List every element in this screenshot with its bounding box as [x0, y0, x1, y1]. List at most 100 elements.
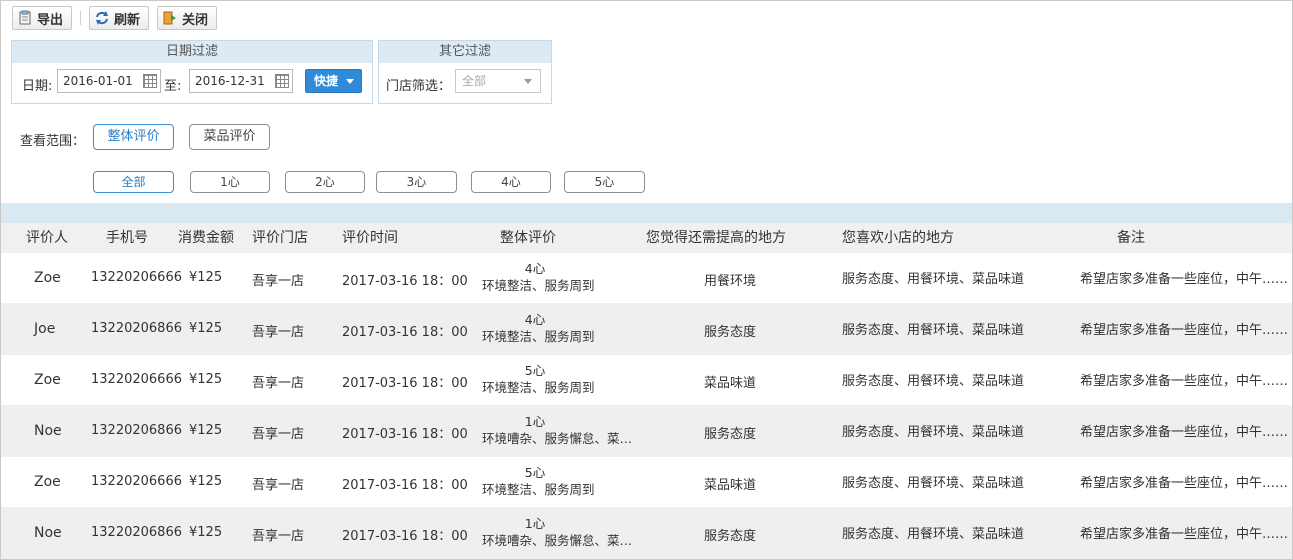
other-filter-panel: 其它过滤 门店筛选： 全部 [378, 40, 552, 104]
date-filter-panel: 日期过滤 日期: 2016-01-01 至: 2016-12-31 快捷 [11, 40, 373, 104]
chevron-down-icon [524, 79, 532, 84]
cell-phone: 13220206866 [91, 321, 182, 336]
cell-amount: ¥125 [189, 525, 223, 540]
table-band [1, 203, 1292, 223]
cell-overall: 4心 环境整洁、服务周到 [482, 311, 595, 345]
cell-amount: ¥125 [189, 321, 223, 336]
rating-filter-2[interactable]: 2心 [285, 171, 365, 193]
cell-overall-hearts: 5心 [524, 465, 546, 480]
to-label: 至: [164, 79, 182, 94]
cell-note: 希望店家多准备一些座位，中午…… [1080, 272, 1289, 287]
cell-reviewer: Noe [34, 423, 62, 439]
rating-filter-4[interactable]: 4心 [471, 171, 551, 193]
export-button[interactable]: 导出 [12, 6, 72, 30]
cell-store: 吾享一店 [252, 274, 305, 289]
cell-improve: 服务态度 [704, 529, 757, 544]
cell-phone: 13220206866 [91, 525, 182, 540]
store-filter-value: 全部 [462, 74, 487, 88]
col-time[interactable]: 评价时间 [342, 223, 398, 253]
cell-improve: 用餐环境 [704, 274, 757, 289]
cell-phone: 13220206666 [91, 372, 182, 387]
table-row[interactable]: Zoe 13220206666 ¥125 吾享一店 2017-03-16 18：00 用餐… [1, 253, 1292, 303]
calendar-icon[interactable] [143, 74, 157, 88]
col-store[interactable]: 评价门店 [252, 223, 308, 253]
cell-note: 希望店家多准备一些座位，中午…… [1080, 476, 1289, 491]
col-reviewer[interactable]: 评价人 [26, 223, 68, 253]
table-row[interactable]: Zoe 13220206666 ¥125 吾享一店 2017-03-16 18：00 菜品… [1, 355, 1292, 405]
refresh-icon [94, 10, 110, 26]
table-row[interactable]: Joe 13220206866 ¥125 吾享一店 2017-03-16 18：00 服务… [1, 303, 1292, 355]
cell-amount: ¥125 [189, 372, 223, 387]
chevron-down-icon [346, 79, 354, 84]
cell-amount: ¥125 [189, 270, 223, 285]
cell-time: 2017-03-16 18：00 [342, 376, 468, 391]
rating-filter-3[interactable]: 3心 [376, 171, 457, 193]
close-icon [162, 10, 178, 26]
col-phone[interactable]: 手机号 [106, 223, 148, 253]
col-improve[interactable]: 您觉得还需提高的地方 [646, 223, 786, 253]
refresh-button[interactable]: 刷新 [89, 6, 149, 30]
cell-phone: 13220206666 [91, 474, 182, 489]
close-button[interactable]: 关闭 [157, 6, 217, 30]
col-note[interactable]: 备注 [1117, 223, 1145, 253]
cell-overall-comment: 环境整洁、服务周到 [482, 482, 595, 497]
start-date-value: 2016-01-01 [63, 74, 133, 88]
table-row[interactable]: Zoe 13220206666 ¥125 吾享一店 2017-03-16 18：00 菜品… [1, 457, 1292, 507]
export-label: 导出 [37, 12, 64, 28]
store-filter-select[interactable]: 全部 [455, 69, 541, 93]
start-date-input[interactable]: 2016-01-01 [57, 69, 161, 93]
scope-overall-button[interactable]: 整体评价 [93, 124, 174, 150]
rating-filter-all[interactable]: 全部 [93, 171, 174, 193]
scope-dish-button[interactable]: 菜品评价 [189, 124, 270, 150]
export-icon [17, 10, 33, 26]
end-date-value: 2016-12-31 [195, 74, 265, 88]
cell-time: 2017-03-16 18：00 [342, 529, 468, 544]
cell-phone: 13220206666 [91, 270, 182, 285]
table-row[interactable]: Noe 13220206866 ¥125 吾享一店 2017-03-16 18：00 服务… [1, 507, 1292, 559]
cell-store: 吾享一店 [252, 376, 305, 391]
cell-overall: 1心 环境嘈杂、服务懈怠、菜… [482, 515, 632, 549]
cell-reviewer: Zoe [34, 372, 61, 388]
cell-overall-hearts: 4心 [524, 261, 546, 276]
cell-like: 服务态度、用餐环境、菜品味道 [842, 323, 1025, 338]
store-filter-label: 门店筛选： [386, 79, 452, 94]
end-date-input[interactable]: 2016-12-31 [189, 69, 293, 93]
cell-note: 希望店家多准备一些座位，中午…… [1080, 374, 1289, 389]
rating-filter-1[interactable]: 1心 [190, 171, 270, 193]
cell-overall-hearts: 4心 [524, 312, 546, 327]
cell-like: 服务态度、用餐环境、菜品味道 [842, 272, 1025, 287]
cell-amount: ¥125 [189, 423, 223, 438]
cell-like: 服务态度、用餐环境、菜品味道 [842, 374, 1025, 389]
quick-date-button[interactable]: 快捷 [305, 69, 362, 93]
col-amount[interactable]: 消费金额 [178, 223, 234, 253]
close-label: 关闭 [182, 12, 209, 28]
cell-note: 希望店家多准备一些座位，中午…… [1080, 323, 1289, 338]
col-overall[interactable]: 整体评价 [500, 223, 556, 253]
table-header: 评价人 手机号 消费金额 评价门店 评价时间 整体评价 您觉得还需提高的地方 您… [1, 223, 1292, 253]
toolbar-divider [80, 11, 81, 25]
cell-time: 2017-03-16 18：00 [342, 274, 468, 289]
cell-like: 服务态度、用餐环境、菜品味道 [842, 527, 1025, 542]
col-like[interactable]: 您喜欢小店的地方 [842, 223, 954, 253]
other-filter-title: 其它过滤 [379, 41, 551, 63]
cell-improve: 服务态度 [704, 427, 757, 442]
calendar-icon[interactable] [275, 74, 289, 88]
cell-overall: 5心 环境整洁、服务周到 [482, 362, 595, 396]
cell-overall-comment: 环境嘈杂、服务懈怠、菜… [482, 431, 633, 446]
date-filter-title: 日期过滤 [12, 41, 372, 63]
cell-store: 吾享一店 [252, 325, 305, 340]
cell-overall: 5心环境整洁、服务周到 [482, 464, 595, 498]
scope-label: 查看范围： [20, 134, 86, 149]
cell-reviewer: Zoe [34, 270, 61, 286]
rating-filter-5[interactable]: 5心 [564, 171, 645, 193]
cell-improve: 服务态度 [704, 325, 757, 340]
table-row[interactable]: Noe 13220206866 ¥125 吾享一店 2017-03-16 18：00 服务… [1, 405, 1292, 457]
cell-improve: 菜品味道 [704, 478, 757, 493]
cell-amount: ¥125 [189, 474, 223, 489]
quick-date-label: 快捷 [314, 74, 339, 88]
cell-overall-hearts: 1心 [524, 414, 546, 429]
cell-time: 2017-03-16 18：00 [342, 427, 468, 442]
cell-time: 2017-03-16 18：00 [342, 325, 468, 340]
cell-phone: 13220206866 [91, 423, 182, 438]
cell-like: 服务态度、用餐环境、菜品味道 [842, 425, 1025, 440]
